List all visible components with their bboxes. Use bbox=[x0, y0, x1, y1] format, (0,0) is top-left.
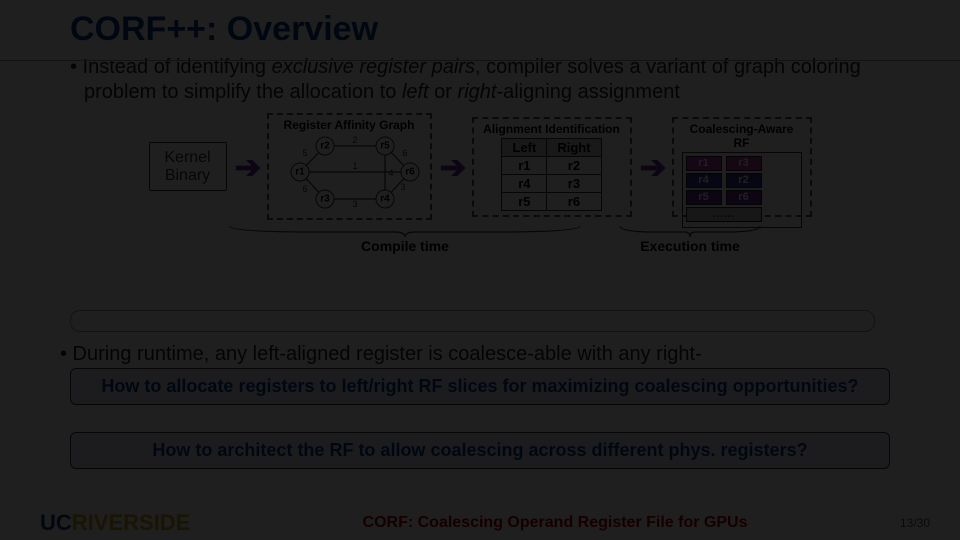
highlight-box bbox=[70, 310, 875, 332]
align-cell: r3 bbox=[547, 174, 601, 192]
panel-align-title: Alignment Identification bbox=[480, 122, 624, 136]
rf-cell: r1 bbox=[686, 156, 722, 171]
svg-text:r2: r2 bbox=[320, 141, 330, 152]
logo-uc: UC bbox=[40, 510, 72, 535]
footer: UCRIVERSIDE CORF: Coalescing Operand Reg… bbox=[0, 510, 960, 536]
arrow-icon-3: ➔ bbox=[640, 148, 664, 186]
rf-cell: r4 bbox=[686, 173, 722, 188]
arrow-icon-1: ➔ bbox=[235, 148, 259, 186]
b1-em2: left bbox=[402, 81, 429, 103]
kernel-binary-box: Kernel Binary bbox=[149, 142, 227, 191]
rf-cell: r3 bbox=[726, 156, 762, 171]
kernel-line1: Kernel bbox=[160, 149, 216, 167]
rf-row: r1 r3 bbox=[686, 156, 798, 171]
b1-post: -aligning assignment bbox=[496, 81, 679, 103]
svg-text:2: 2 bbox=[352, 135, 357, 145]
svg-text:r3: r3 bbox=[320, 194, 330, 205]
b1-em3: right bbox=[458, 81, 497, 103]
align-header-right: Right bbox=[547, 138, 601, 156]
footer-title: CORF: Coalescing Operand Register File f… bbox=[240, 514, 870, 532]
svg-text:6: 6 bbox=[302, 184, 307, 194]
rf-row: r5 r6 bbox=[686, 190, 798, 205]
stage-labels: Compile time Execution time bbox=[225, 224, 930, 254]
rf-cell: r5 bbox=[686, 190, 722, 205]
align-cell: r1 bbox=[502, 156, 547, 174]
slide-title: CORF++: Overview bbox=[70, 10, 930, 49]
b1-or: or bbox=[429, 81, 458, 103]
divider bbox=[0, 60, 960, 61]
svg-text:r1: r1 bbox=[295, 167, 305, 178]
align-cell: r5 bbox=[502, 192, 547, 210]
rf-cell: r2 bbox=[726, 173, 762, 188]
page-number: 13/30 bbox=[870, 516, 930, 530]
svg-text:1: 1 bbox=[352, 161, 357, 171]
bullet-2: • During runtime, any left-aligned regis… bbox=[60, 343, 930, 366]
stage-compile-label: Compile time bbox=[361, 238, 449, 254]
stage-compile: Compile time bbox=[225, 224, 585, 254]
svg-text:6: 6 bbox=[402, 148, 407, 158]
arrow-icon-2: ➔ bbox=[440, 148, 464, 186]
stage-exec: Execution time bbox=[615, 224, 765, 254]
svg-text:3: 3 bbox=[400, 182, 405, 192]
panel-alignment: Alignment Identification Left Right r1r2… bbox=[472, 117, 632, 217]
rf-cell-more: …… bbox=[686, 207, 762, 222]
affinity-graph-svg: 5 2 6 1 6 3 4 3 r1 bbox=[275, 134, 430, 212]
stage-exec-label: Execution time bbox=[640, 238, 740, 254]
rf-row: r4 r2 bbox=[686, 173, 798, 188]
slide: CORF++: Overview • Instead of identifyin… bbox=[0, 0, 960, 540]
question-box-1: How to allocate registers to left/right … bbox=[70, 368, 890, 405]
alignment-table: Left Right r1r2 r4r3 r5r6 bbox=[501, 138, 601, 211]
align-header-left: Left bbox=[502, 138, 547, 156]
align-cell: r6 bbox=[547, 192, 601, 210]
diagram-row: Kernel Binary ➔ Register Affinity Graph … bbox=[30, 113, 930, 220]
logo-rv: RIVERSIDE bbox=[72, 510, 191, 535]
bullet-1: • Instead of identifying exclusive regis… bbox=[70, 55, 910, 105]
panel-affinity-graph: Register Affinity Graph 5 2 6 1 bbox=[267, 113, 432, 220]
rf-cell: r6 bbox=[726, 190, 762, 205]
align-cell: r4 bbox=[502, 174, 547, 192]
rf-box: r1 r3 r4 r2 r5 r6 …… bbox=[682, 152, 802, 228]
svg-text:r5: r5 bbox=[380, 141, 390, 152]
svg-text:5: 5 bbox=[302, 148, 307, 158]
kernel-line2: Binary bbox=[160, 167, 216, 185]
panel-rf-title: Coalescing-Aware RF bbox=[682, 122, 802, 150]
svg-text:r4: r4 bbox=[380, 194, 390, 205]
uc-riverside-logo: UCRIVERSIDE bbox=[40, 510, 240, 536]
align-cell: r2 bbox=[547, 156, 601, 174]
panel-graph-title: Register Affinity Graph bbox=[275, 118, 424, 132]
rf-row: …… bbox=[686, 207, 798, 222]
curly-brace-icon bbox=[225, 224, 585, 238]
svg-text:4: 4 bbox=[388, 168, 393, 178]
svg-text:3: 3 bbox=[352, 199, 357, 209]
svg-text:r6: r6 bbox=[405, 167, 415, 178]
question-box-2: How to architect the RF to allow coalesc… bbox=[70, 432, 890, 469]
panel-rf: Coalescing-Aware RF r1 r3 r4 r2 r5 r6 …… bbox=[672, 117, 812, 217]
